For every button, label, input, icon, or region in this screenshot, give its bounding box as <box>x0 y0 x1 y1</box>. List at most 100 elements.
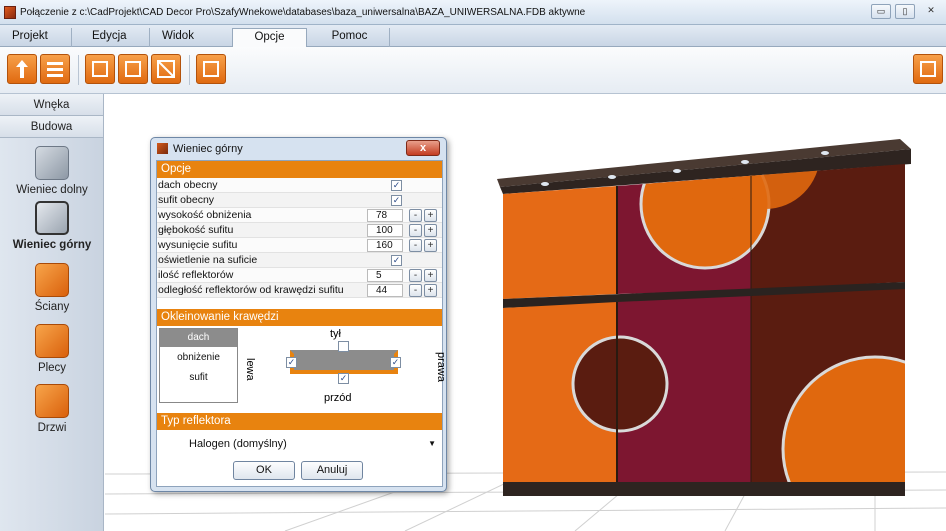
increment-button[interactable]: + <box>424 269 437 282</box>
reflector-type-header: Typ reflektora <box>157 413 442 430</box>
option-label: głębokość sufitu <box>158 224 234 236</box>
decrement-button[interactable]: - <box>409 239 422 252</box>
edge-label-back: tył <box>330 328 341 340</box>
restore-button[interactable]: ▯ <box>895 4 915 19</box>
app-icon <box>4 6 16 19</box>
chevron-down-icon: ▼ <box>428 439 436 448</box>
top-panel-icon <box>35 201 69 235</box>
glebokosc-sufitu-input[interactable]: 100 <box>367 224 403 237</box>
dialog-body: Opcje dach obecny ✓ sufit obecny ✓ wysok… <box>156 160 447 487</box>
increment-button[interactable]: + <box>424 239 437 252</box>
option-label: odległość reflektorów od krawędzi sufitu <box>158 284 344 296</box>
sufit-obecny-checkbox[interactable]: ✓ <box>391 195 402 206</box>
stack-icon[interactable] <box>118 54 148 84</box>
sidebar-item-label: Ściany <box>34 301 70 313</box>
toolbar-separator <box>78 55 79 85</box>
doors-icon <box>35 384 69 418</box>
sidebar-section-budowa[interactable]: Budowa <box>0 116 103 138</box>
window-titlebar: Połączenie z c:\CadProjekt\CAD Decor Pro… <box>0 0 946 25</box>
grid-icon[interactable] <box>196 54 226 84</box>
sidebar: Wnęka Budowa Wieniec dolny Wieniec górny… <box>0 94 104 531</box>
dialog-titlebar[interactable]: Wieniec górny x <box>151 138 446 159</box>
sidebar-item-label: Plecy <box>37 362 67 374</box>
walls-icon <box>35 263 69 297</box>
dialog-close-button[interactable]: x <box>406 140 440 156</box>
window-title: Połączenie z c:\CadProjekt\CAD Decor Pro… <box>20 7 586 18</box>
increment-button[interactable]: + <box>424 224 437 237</box>
sidebar-item-wieniec-gorny[interactable]: Wieniec górny <box>0 201 104 251</box>
wieniec-gorny-dialog: Wieniec górny x Opcje dach obecny ✓ sufi… <box>150 137 447 492</box>
decrement-button[interactable]: - <box>409 284 422 297</box>
sidebar-item-label: Wieniec dolny <box>16 184 88 196</box>
edge-item-obnizenie[interactable]: obniżenie <box>160 349 237 367</box>
minimize-button[interactable]: ▭ <box>871 4 891 19</box>
ilosc-reflektorow-input[interactable]: 5 <box>367 269 403 282</box>
increment-button[interactable]: + <box>424 209 437 222</box>
edge-right-checkbox[interactable]: ✓ <box>390 357 401 368</box>
tab-widok[interactable]: Widok <box>150 28 218 47</box>
option-wysokosc-obnizenia: wysokość obniżenia 78 - + <box>157 208 442 223</box>
tab-opcje[interactable]: Opcje <box>232 28 307 48</box>
edge-surface-list: dach obniżenie sufit <box>159 328 238 403</box>
wysuniecie-sufitu-input[interactable]: 160 <box>367 239 403 252</box>
sidebar-item-plecy[interactable]: Plecy <box>0 324 104 374</box>
edge-label-left: lewa <box>244 358 256 381</box>
oswietlenie-checkbox[interactable]: ✓ <box>391 255 402 266</box>
edge-left-checkbox[interactable]: ✓ <box>286 357 297 368</box>
decrement-button[interactable]: - <box>409 224 422 237</box>
cancel-button[interactable]: Anuluj <box>301 461 363 480</box>
option-sufit-obecny: sufit obecny ✓ <box>157 193 442 208</box>
option-odleglosc-reflektorow: odległość reflektorów od krawędzi sufitu… <box>157 283 442 298</box>
diagonal-icon[interactable] <box>151 54 181 84</box>
sidebar-item-wieniec-dolny[interactable]: Wieniec dolny <box>0 146 104 196</box>
option-label: oświetlenie na suficie <box>158 254 258 266</box>
close-button[interactable]: ✕ <box>921 4 941 19</box>
toolbar <box>0 47 946 94</box>
dach-obecny-checkbox[interactable]: ✓ <box>391 180 402 191</box>
edge-item-dach[interactable]: dach <box>160 329 237 347</box>
reflector-type-select[interactable]: Halogen (domyślny) ▼ <box>159 432 440 456</box>
tab-projekt[interactable]: Projekt <box>0 28 72 47</box>
bottom-panel-icon <box>35 146 69 180</box>
edge-diagram: tył przód lewa prawa ✓ ✓ ✓ <box>242 328 447 408</box>
option-label: wysunięcie sufitu <box>158 239 238 251</box>
dialog-title: Wieniec górny <box>173 143 243 155</box>
option-label: wysokość obniżenia <box>158 209 252 221</box>
option-glebokosc-sufitu: głębokość sufitu 100 - + <box>157 223 442 238</box>
list-icon[interactable] <box>40 54 70 84</box>
tab-edycja[interactable]: Edycja <box>80 28 150 47</box>
edge-item-sufit[interactable]: sufit <box>160 369 237 387</box>
chart-icon[interactable] <box>85 54 115 84</box>
ok-button[interactable]: OK <box>233 461 295 480</box>
panel-preview <box>290 350 398 374</box>
edge-back-checkbox[interactable] <box>338 341 349 352</box>
sidebar-item-sciany[interactable]: Ściany <box>0 263 104 313</box>
option-wysuniecie-sufitu: wysunięcie sufitu 160 - + <box>157 238 442 253</box>
reflector-type-value: Halogen (domyślny) <box>189 438 287 450</box>
toolbar-separator <box>189 55 190 85</box>
sidebar-section-wneka[interactable]: Wnęka <box>0 94 103 116</box>
sidebar-item-drzwi[interactable]: Drzwi <box>0 384 104 434</box>
menu-bar: Projekt Edycja Widok Opcje Pomoc <box>0 25 946 48</box>
edge-front-checkbox[interactable]: ✓ <box>338 373 349 384</box>
decrement-button[interactable]: - <box>409 269 422 282</box>
decrement-button[interactable]: - <box>409 209 422 222</box>
option-oswietlenie: oświetlenie na suficie ✓ <box>157 253 442 268</box>
increment-button[interactable]: + <box>424 284 437 297</box>
tab-pomoc[interactable]: Pomoc <box>310 28 390 47</box>
wysokosc-obnizenia-input[interactable]: 78 <box>367 209 403 222</box>
arrow-up-icon[interactable] <box>7 54 37 84</box>
edge-label-right: prawa <box>435 352 447 382</box>
dialog-app-icon <box>157 143 168 154</box>
calculator-icon[interactable] <box>913 54 943 84</box>
odleglosc-reflektorow-input[interactable]: 44 <box>367 284 403 297</box>
back-panel-icon <box>35 324 69 358</box>
option-label: sufit obecny <box>158 194 215 206</box>
sidebar-item-label: Drzwi <box>37 422 67 434</box>
option-ilosc-reflektorow: ilość reflektorów 5 - + <box>157 268 442 283</box>
edge-veneer-header: Okleinowanie krawędzi <box>157 309 442 326</box>
sidebar-item-label: Wieniec górny <box>12 239 92 251</box>
edge-label-front: przód <box>324 392 352 404</box>
options-table: dach obecny ✓ sufit obecny ✓ wysokość ob… <box>157 178 442 303</box>
option-dach-obecny: dach obecny ✓ <box>157 178 442 193</box>
